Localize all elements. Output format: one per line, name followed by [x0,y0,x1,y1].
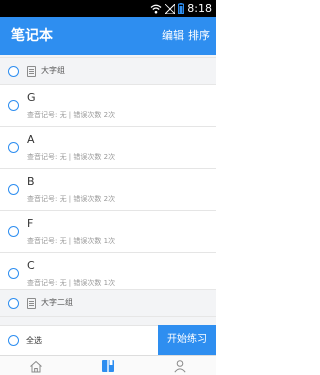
select-all-label[interactable]: 全选 [26,335,42,347]
start-practice-button[interactable]: 开始练习 [158,325,216,355]
group-header[interactable]: 大字二组 [0,289,216,317]
notebook-list[interactable]: 大字组 G 查音记号: 无 | 错误次数 2次 A 查音记号: 无 | 错误次数… [0,55,216,325]
tab-home[interactable] [0,356,72,375]
item-meta: 查音记号: 无 | 错误次数 1次 [27,237,116,245]
select-all-bar: 全选 [0,325,158,355]
list-item[interactable]: G 查音记号: 无 | 错误次数 2次 [0,85,216,127]
edit-button[interactable]: 编辑 [162,29,184,43]
signal-icon [165,3,176,14]
item-letter: C [27,259,35,272]
item-letter: F [27,217,34,230]
group-header[interactable]: 大字组 [0,57,216,85]
group-select-radio[interactable] [8,298,19,309]
group-select-radio[interactable] [8,66,19,77]
status-icons: 8:18 [150,2,212,15]
item-meta: 查音记号: 无 | 错误次数 2次 [27,111,116,119]
item-select-radio[interactable] [8,268,19,279]
list-item[interactable]: B 查音记号: 无 | 错误次数 2次 [0,169,216,211]
page-title: 笔记本 [11,28,53,44]
item-meta: 查音记号: 无 | 错误次数 1次 [27,279,116,287]
item-letter: B [27,175,35,188]
battery-icon [178,3,185,14]
wifi-icon [150,4,162,13]
sort-button[interactable]: 排序 [188,29,210,43]
home-icon [30,360,42,372]
app-bar: 笔记本 编辑 排序 [0,17,216,55]
item-letter: A [27,133,35,146]
item-select-radio[interactable] [8,184,19,195]
notebook-icon [102,360,114,372]
group-label: 大字二组 [41,298,73,307]
tab-notebook[interactable] [72,356,144,375]
item-select-radio[interactable] [8,142,19,153]
item-meta: 查音记号: 无 | 错误次数 2次 [27,195,116,203]
status-time: 8:18 [187,2,212,15]
item-select-radio[interactable] [8,100,19,111]
select-all-radio[interactable] [8,335,19,346]
tab-profile[interactable] [144,356,216,375]
status-bar: 8:18 [0,0,216,17]
item-meta: 查音记号: 无 | 错误次数 2次 [27,153,116,161]
list-item[interactable]: F 查音记号: 无 | 错误次数 1次 [0,211,216,253]
item-select-radio[interactable] [8,226,19,237]
document-icon [27,66,36,77]
item-letter: G [27,91,36,104]
document-icon [27,298,36,309]
list-item[interactable]: A 查音记号: 无 | 错误次数 2次 [0,127,216,169]
tab-bar [0,355,216,375]
person-icon [174,360,186,373]
group-label: 大字组 [41,66,65,75]
